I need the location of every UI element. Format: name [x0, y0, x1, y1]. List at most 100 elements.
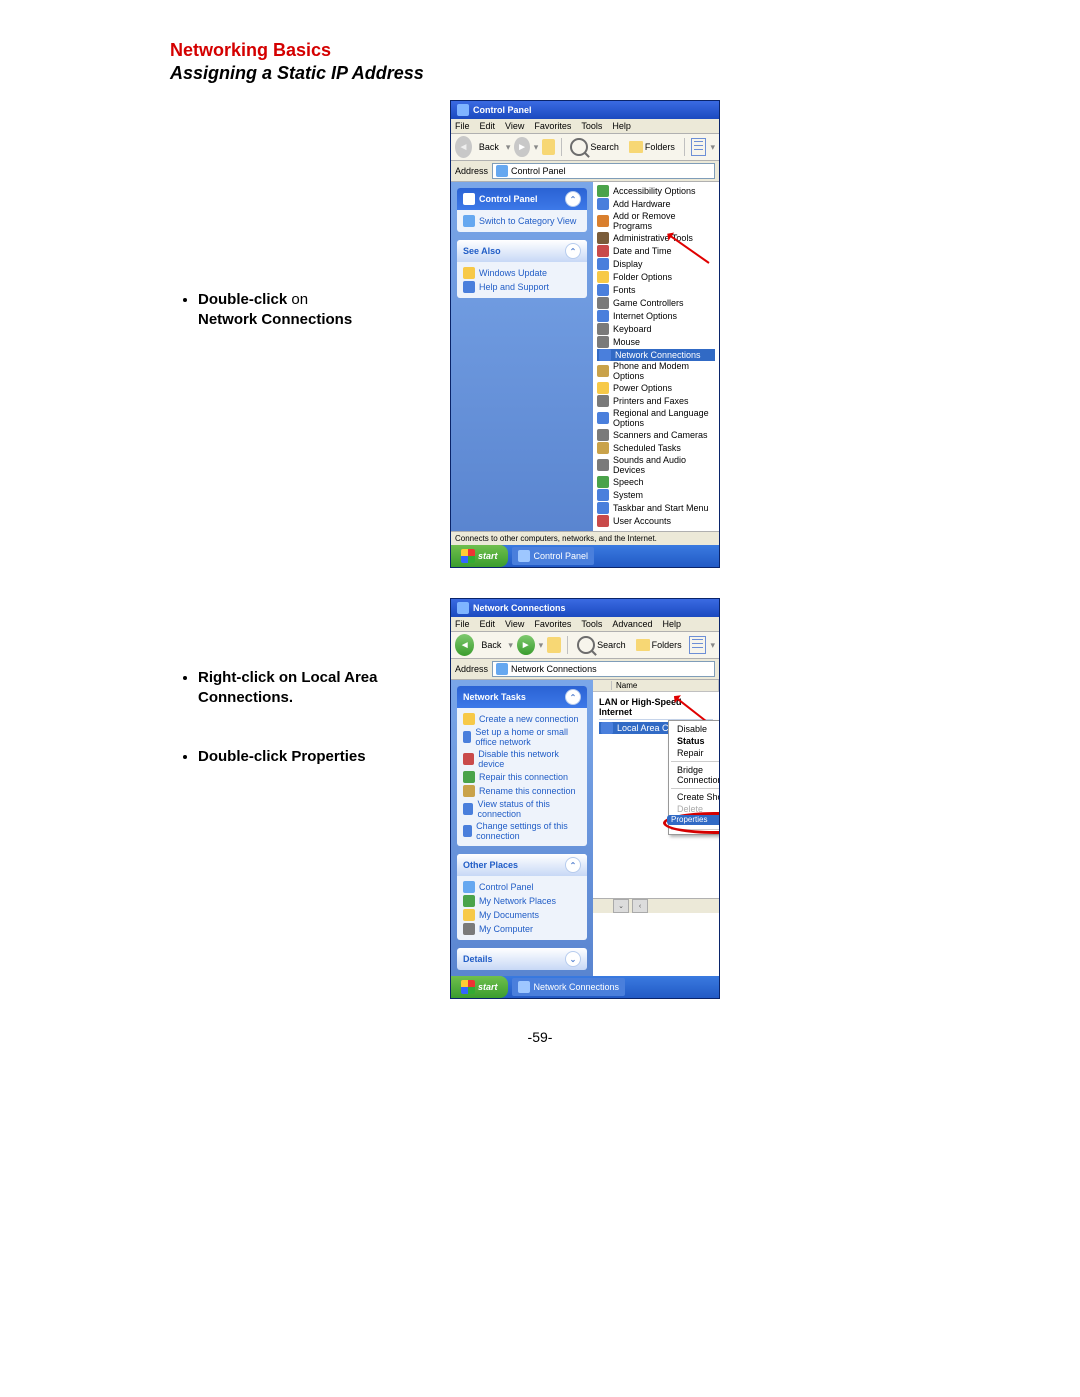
cp-item[interactable]: Sounds and Audio Devices: [597, 455, 715, 476]
column-header[interactable]: Name: [593, 680, 719, 692]
cp-item[interactable]: Speech: [597, 476, 715, 489]
cp-item[interactable]: Printers and Faxes: [597, 395, 715, 408]
address-box[interactable]: Control Panel: [492, 163, 715, 179]
page-number: -59-: [170, 1029, 910, 1045]
task-link[interactable]: Change settings of this connection: [463, 820, 581, 842]
forward-button[interactable]: ►: [514, 137, 529, 157]
task-link[interactable]: Repair this connection: [463, 770, 581, 784]
cp-item[interactable]: Scheduled Tasks: [597, 442, 715, 455]
menu-favorites[interactable]: Favorites: [534, 121, 571, 131]
place-link[interactable]: My Documents: [463, 908, 581, 922]
cp-item[interactable]: Power Options: [597, 382, 715, 395]
back-button[interactable]: ◄: [455, 136, 472, 158]
ctx-bridge[interactable]: Bridge Connections: [669, 764, 720, 786]
start-button[interactable]: start: [451, 545, 508, 567]
place-label: My Documents: [479, 910, 539, 920]
cp-item[interactable]: System: [597, 489, 715, 502]
cp-item[interactable]: Display: [597, 258, 715, 271]
cp-item[interactable]: Accessibility Options: [597, 185, 715, 198]
switch-category-link[interactable]: Switch to Category View: [463, 214, 581, 228]
cp-item[interactable]: Add Hardware: [597, 198, 715, 211]
menu-edit[interactable]: Edit: [480, 121, 496, 131]
section-title: Networking Basics: [170, 40, 910, 61]
folders-button[interactable]: Folders: [626, 140, 678, 154]
menu-tools[interactable]: Tools: [581, 121, 602, 131]
task-link[interactable]: Disable this network device: [463, 748, 581, 770]
task-icon: [463, 713, 475, 725]
item-label: Date and Time: [613, 246, 672, 256]
cp-item[interactable]: Keyboard: [597, 323, 715, 336]
taskbar-item[interactable]: Control Panel: [512, 547, 595, 565]
cp-item[interactable]: Network Connections: [597, 349, 715, 361]
window-icon: [457, 602, 469, 614]
place-link[interactable]: Control Panel: [463, 880, 581, 894]
cp-item[interactable]: Administrative Tools: [597, 232, 715, 245]
scroll-left-button[interactable]: ‹: [632, 899, 648, 913]
up-button[interactable]: [542, 139, 554, 155]
cp-item[interactable]: Add or Remove Programs: [597, 211, 715, 232]
window-icon: [457, 104, 469, 116]
ctx-disable[interactable]: Disable: [669, 723, 720, 735]
cp-item[interactable]: Internet Options: [597, 310, 715, 323]
menu-tools[interactable]: Tools: [581, 619, 602, 629]
forward-button[interactable]: ►: [517, 635, 535, 655]
item-icon: [597, 365, 609, 377]
side-panel-network-tasks: Network Tasks⌃: [457, 686, 587, 708]
menu-favorites[interactable]: Favorites: [534, 619, 571, 629]
task-link[interactable]: View status of this connection: [463, 798, 581, 820]
cp-item[interactable]: Taskbar and Start Menu: [597, 502, 715, 515]
item-icon: [597, 297, 609, 309]
collapse-icon[interactable]: ⌃: [565, 191, 581, 207]
menu-help[interactable]: Help: [662, 619, 681, 629]
link-windows-update[interactable]: Windows Update: [463, 266, 581, 280]
cp-item[interactable]: Regional and Language Options: [597, 408, 715, 429]
cp-item[interactable]: Game Controllers: [597, 297, 715, 310]
windows-flag-icon: [461, 980, 475, 994]
task-link[interactable]: Set up a home or small office network: [463, 726, 581, 748]
expand-tree-button[interactable]: ⌄: [613, 899, 629, 913]
menu-view[interactable]: View: [505, 619, 524, 629]
search-button[interactable]: Search: [567, 137, 622, 157]
views-button[interactable]: [689, 636, 707, 654]
back-button[interactable]: ◄: [455, 634, 474, 656]
cp-item[interactable]: Folder Options: [597, 271, 715, 284]
status-bar: Connects to other computers, networks, a…: [451, 531, 719, 545]
place-link[interactable]: My Computer: [463, 922, 581, 936]
folders-button[interactable]: Folders: [633, 638, 685, 652]
menu-help[interactable]: Help: [612, 121, 631, 131]
task-icon: [463, 785, 475, 797]
ctx-status[interactable]: Status: [669, 735, 720, 747]
views-button[interactable]: [691, 138, 707, 156]
start-button[interactable]: start: [451, 976, 508, 998]
cp-item[interactable]: Phone and Modem Options: [597, 361, 715, 382]
cp-item[interactable]: Scanners and Cameras: [597, 429, 715, 442]
window-title: Network Connections: [473, 603, 566, 613]
instruction-1: Double-click on Network Connections: [198, 290, 430, 329]
collapse-icon[interactable]: ⌃: [565, 857, 581, 873]
search-button[interactable]: Search: [574, 635, 629, 655]
menu-file[interactable]: File: [455, 619, 470, 629]
menu-edit[interactable]: Edit: [480, 619, 496, 629]
place-link[interactable]: My Network Places: [463, 894, 581, 908]
task-link[interactable]: Rename this connection: [463, 784, 581, 798]
collapse-icon[interactable]: ⌃: [565, 689, 581, 705]
menu-advanced[interactable]: Advanced: [612, 619, 652, 629]
address-box[interactable]: Network Connections: [492, 661, 715, 677]
screenshot-network-connections: Network Connections File Edit View Favor…: [450, 598, 720, 999]
menu-file[interactable]: File: [455, 121, 470, 131]
cp-item[interactable]: Mouse: [597, 336, 715, 349]
ctx-shortcut[interactable]: Create Shortcut: [669, 791, 720, 803]
expand-icon[interactable]: ⌄: [565, 951, 581, 967]
cp-item[interactable]: User Accounts: [597, 515, 715, 528]
taskbar-item[interactable]: Network Connections: [512, 978, 626, 996]
globe-icon: [463, 267, 475, 279]
collapse-icon[interactable]: ⌃: [565, 243, 581, 259]
cp-item[interactable]: Fonts: [597, 284, 715, 297]
item-label: Taskbar and Start Menu: [613, 503, 709, 513]
ctx-properties[interactable]: Properties: [667, 815, 720, 825]
up-button[interactable]: [547, 637, 561, 653]
ctx-repair[interactable]: Repair: [669, 747, 720, 759]
link-help-support[interactable]: Help and Support: [463, 280, 581, 294]
menu-view[interactable]: View: [505, 121, 524, 131]
task-link[interactable]: Create a new connection: [463, 712, 581, 726]
